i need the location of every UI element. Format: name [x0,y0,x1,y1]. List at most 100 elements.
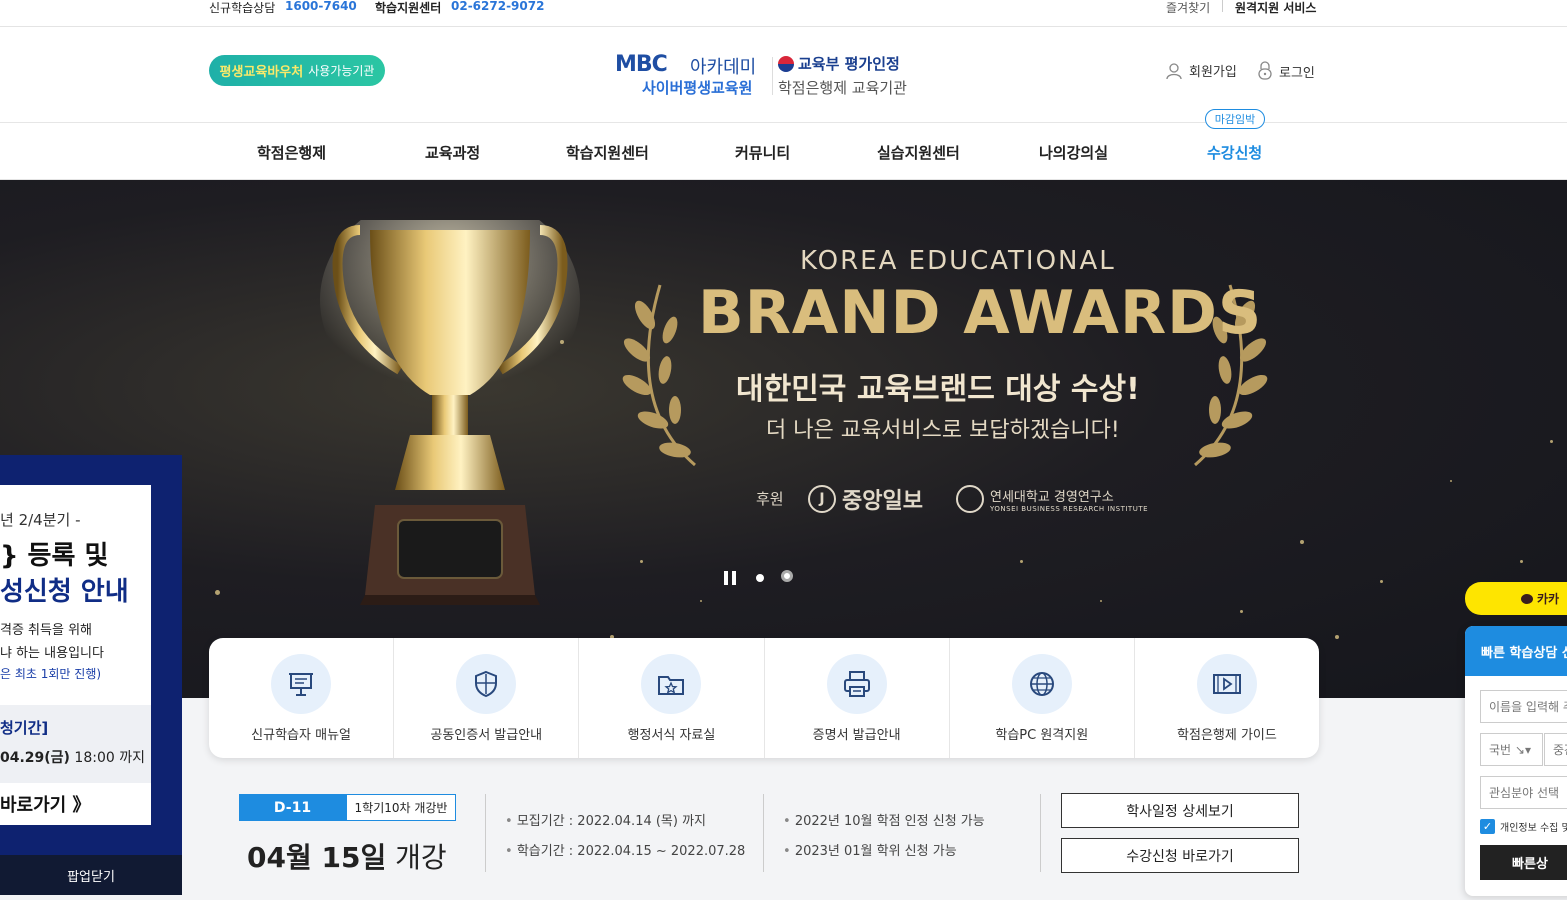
sparkle [1335,635,1339,639]
voucher-badge-text: 사용가능기관 [308,64,375,78]
quick-item-remote-support[interactable]: 학습PC 원격지원 [950,638,1135,758]
quick-item-certificate[interactable]: 공동인증서 발급안내 [394,638,580,758]
sparkle [640,560,643,563]
joongang-logo: J 중앙일보 [808,483,923,515]
slider-dot-1[interactable] [756,574,764,582]
sparkle [1380,580,1383,583]
check-icon: ✓ [1480,819,1495,834]
kakao-label: 카카 [1537,592,1560,606]
nav-courses[interactable]: 교육과정 [425,142,480,163]
name-input[interactable]: 이름을 입력해 주 [1480,690,1567,723]
mbc-logo[interactable]: MBC [615,52,668,77]
printer-icon [826,654,887,714]
sparkle [1240,610,1243,613]
quick-item-guide[interactable]: 학점은행제 가이드 [1135,638,1319,758]
popup-close-button[interactable]: 팝업닫기 [0,855,182,895]
popup-line-3: 성신청 안내 [0,577,129,607]
hero-banner[interactable]: KOREA EDUCATIONAL BRAND AWARDS 대한민국 교육브랜… [0,180,1567,698]
recruit-period: 모집기간 : 2022.04.14 (목) 까지 [505,810,706,829]
quick-item-label: 학습PC 원격지원 [995,728,1089,743]
quick-item-label: 공동인증서 발급안내 [430,728,543,743]
enroll-shortcut-button[interactable]: 수강신청 바로가기 [1061,838,1299,873]
nav-enroll[interactable]: 수강신청 [1207,142,1262,163]
hero-subtitle: 더 나은 교육서비스로 보답하겠습니다! [766,418,1120,443]
popup-period-label: 청기간] [0,719,49,737]
open-date: 04월 15일 개강 [247,836,447,876]
popup-line-4: 격증 취득을 위해 [0,623,92,638]
divider [485,794,486,872]
voucher-badge-strong: 평생교육바우처 [219,65,304,80]
divider [763,794,764,872]
credit-apply-info: 2022년 10월 학점 인정 신청 가능 [783,810,985,829]
logo-divider [772,57,773,95]
ministry-text: 교육부 평가인정 [798,55,900,73]
joongang-text: 중앙일보 [842,489,923,514]
credit-bank-text: 학점은행제 교육기관 [778,79,907,97]
popup-goto-link[interactable]: 바로가기 》 [0,791,91,817]
nav-practice-center[interactable]: 실습지원센터 [877,142,960,163]
taegeuk-icon [778,55,794,72]
divider [1040,794,1041,872]
sparkle [1550,440,1553,443]
kakao-consult-button[interactable]: 카카 [1465,582,1567,615]
signup-label: 회원가입 [1189,65,1237,80]
quick-item-label: 행정서식 자료실 [627,728,716,743]
remote-service-link[interactable]: 원격지원 서비스 [1235,0,1316,16]
quick-consult-title: 빠른 학습상담 신 [1465,626,1567,676]
chat-bubble-icon [1521,593,1533,604]
popup-line-1: 년 2/4분기 - [0,511,81,529]
yonsei-text-en: YONSEI BUSINESS RESEARCH INSTITUTE [990,504,1149,513]
nav-learning-support[interactable]: 학습지원센터 [566,142,649,163]
nav-credit-bank[interactable]: 학점은행제 [257,142,326,163]
lock-icon [1258,61,1272,80]
consult-phone[interactable]: 1600-7640 [285,0,357,13]
favorites-link[interactable]: 즐겨찾기 [1166,0,1210,16]
signup-link[interactable]: 회원가입 [1165,61,1237,80]
sparkle [215,590,220,595]
notice-popup: 년 2/4분기 - } 등록 및 성신청 안내 격증 취득을 위해 냐 하는 내… [0,455,182,895]
shield-icon [456,654,517,714]
quick-item-label: 증명서 발급안내 [812,728,901,743]
login-link[interactable]: 로그인 [1257,61,1315,81]
slider-dot-2[interactable] [781,570,793,582]
voucher-badge[interactable]: 평생교육바우처 사용가능기관 [209,55,385,86]
center-phone[interactable]: 02-6272-9072 [451,0,544,13]
privacy-label: 개인정보 수집 및 [1500,823,1567,834]
ministry-logo: 교육부 평가인정 [778,53,900,74]
quick-item-forms[interactable]: 행정서식 자료실 [579,638,765,758]
globe-icon [1011,654,1072,714]
logo-cyber[interactable]: 사이버평생교육원 [642,77,752,98]
quick-menu: 신규학습자 매뉴얼 공동인증서 발급안내 행정서식 자료실 증명서 발급안내 학… [209,638,1319,758]
popup-card[interactable]: 년 2/4분기 - } 등록 및 성신청 안내 격증 취득을 위해 냐 하는 내… [0,485,151,825]
study-period: 학습기간 : 2022.04.15 ~ 2022.07.28 [505,840,746,859]
sparkle [1520,560,1523,563]
consult-label: 신규학습상담 [209,1,276,15]
hero-korea-educational: KOREA EDUCATIONAL [800,246,1116,276]
quick-item-manual[interactable]: 신규학습자 매뉴얼 [209,638,395,758]
quick-consult-submit[interactable]: 빠른상 [1480,845,1567,880]
open-date-word: 개강 [395,841,447,874]
privacy-checkbox[interactable]: ✓ 개인정보 수집 및 [1480,819,1567,834]
class-name-badge: 1학기10차 개강반 [346,794,456,821]
site-header: 평생교육바우처 사용가능기관 MBC 아카데미 사이버평생교육원 교육부 평가인… [0,27,1567,123]
top-utility-bar: 신규학습상담 1600-7640 학습지원센터 02-6272-9072 즐겨찾… [0,0,1567,27]
area-code-select[interactable]: 국번 ↘▾ [1480,733,1543,766]
degree-apply-info: 2023년 01월 학위 신청 가능 [783,840,957,859]
popup-line-2: } 등록 및 [0,541,109,571]
hero-brand-awards: BRAND AWARDS [698,278,1263,348]
d-day-badge: D-11 [239,794,346,821]
deadline-badge: 마감임박 [1205,109,1265,129]
nav-my-classroom[interactable]: 나의강의실 [1039,142,1108,163]
popup-period: 04.29(금) 18:00 까지 [0,747,145,767]
quick-consult-panel: 빠른 학습상담 신 이름을 입력해 주 국번 ↘▾ 중간 관심분야 선택 ✓ 개… [1465,626,1567,896]
divider [1222,0,1223,12]
quick-item-label: 신규학습자 매뉴얼 [251,728,351,743]
quick-item-issuance[interactable]: 증명서 발급안내 [765,638,950,758]
academic-calendar-button[interactable]: 학사일정 상세보기 [1061,793,1299,828]
slider-pause-button[interactable] [724,571,738,585]
interest-select[interactable]: 관심분야 선택 [1480,776,1567,809]
logo-academy[interactable]: 아카데미 [690,53,756,79]
nav-community[interactable]: 커뮤니티 [735,142,790,163]
phone-middle-input[interactable]: 중간 [1544,733,1567,766]
popup-line-6: 은 최초 1회만 진행) [0,667,102,681]
